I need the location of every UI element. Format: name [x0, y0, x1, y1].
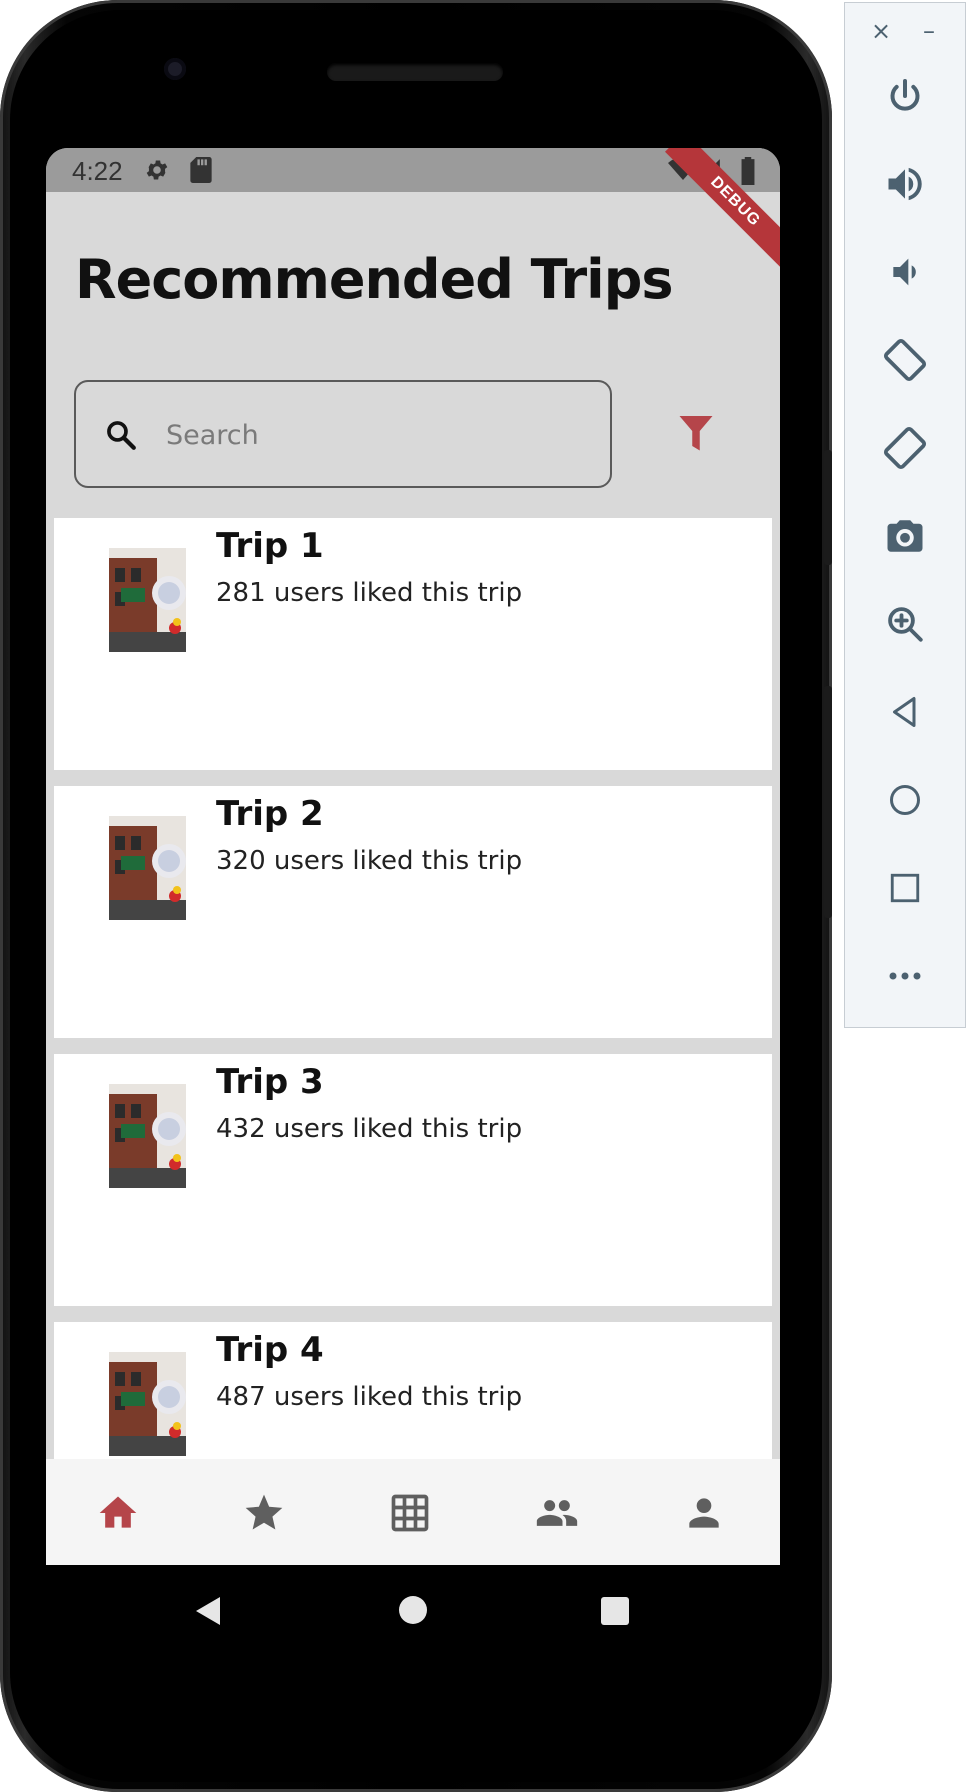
grid-icon[interactable]: [388, 1491, 432, 1535]
status-time: 4:22: [72, 156, 123, 186]
search-input[interactable]: [164, 408, 588, 462]
back-icon[interactable]: [194, 1595, 222, 1627]
close-icon[interactable]: ×: [871, 17, 891, 45]
trip-card[interactable]: Trip 2 320 users liked this trip: [54, 786, 772, 1038]
overview-icon[interactable]: [845, 858, 965, 918]
search-box[interactable]: [74, 380, 612, 488]
rotate-right-icon[interactable]: [845, 418, 965, 478]
more-icon[interactable]: [845, 946, 965, 1006]
zoom-icon[interactable]: [845, 594, 965, 654]
trip-likes: 320 users liked this trip: [216, 846, 523, 876]
front-camera: [164, 58, 186, 80]
battery-icon: [740, 157, 756, 190]
emulator-toolbar: × –: [844, 2, 966, 1028]
android-system-navigation: [0, 1565, 832, 1657]
volume-up-icon[interactable]: [845, 154, 965, 214]
settings-icon: [144, 157, 170, 188]
trip-list[interactable]: Trip 1 281 users liked this trip Trip 2 …: [54, 518, 772, 1459]
bottom-navigation-bar: [46, 1459, 780, 1565]
earpiece-speaker: [327, 63, 503, 81]
debug-banner: DEBUG: [664, 148, 780, 273]
person-icon[interactable]: [682, 1491, 726, 1535]
camera-icon[interactable]: [845, 506, 965, 566]
sd-card-icon: [190, 157, 212, 188]
trip-title: Trip 4: [216, 1330, 324, 1370]
volume-down-icon[interactable]: [845, 242, 965, 302]
home-icon[interactable]: [96, 1491, 140, 1535]
back-icon[interactable]: [845, 682, 965, 742]
people-icon[interactable]: [535, 1491, 579, 1535]
page-title: Recommended Trips: [75, 248, 673, 311]
trip-thumbnail: [109, 1084, 186, 1188]
overview-icon[interactable]: [600, 1596, 630, 1626]
star-icon[interactable]: [242, 1491, 286, 1535]
trip-title: Trip 1: [216, 526, 324, 566]
phone-side-button: [824, 450, 832, 565]
trip-likes: 432 users liked this trip: [216, 1114, 523, 1144]
trip-card[interactable]: Trip 1 281 users liked this trip: [54, 518, 772, 770]
trip-thumbnail: [109, 548, 186, 652]
trip-card[interactable]: Trip 4 487 users liked this trip: [54, 1322, 772, 1459]
rotate-left-icon[interactable]: [845, 330, 965, 390]
search-icon: [107, 421, 136, 450]
home-icon[interactable]: [845, 770, 965, 830]
phone-side-button: [824, 686, 832, 918]
phone-frame: 4:22 DEBUG Recommended Trips Search Trip…: [0, 0, 832, 1792]
trip-likes: 487 users liked this trip: [216, 1382, 523, 1412]
trip-thumbnail: [109, 816, 186, 920]
minimize-icon[interactable]: –: [923, 17, 935, 45]
trip-title: Trip 2: [216, 794, 324, 834]
trip-title: Trip 3: [216, 1062, 324, 1102]
app-screen: 4:22 DEBUG Recommended Trips Search Trip…: [46, 148, 780, 1565]
filter-icon[interactable]: [678, 414, 714, 454]
trip-card[interactable]: Trip 3 432 users liked this trip: [54, 1054, 772, 1306]
trip-thumbnail: [109, 1352, 186, 1456]
home-button-icon[interactable]: [398, 1595, 428, 1625]
power-icon[interactable]: [845, 66, 965, 126]
trip-likes: 281 users liked this trip: [216, 578, 523, 608]
status-bar: 4:22 DEBUG: [46, 148, 780, 273]
